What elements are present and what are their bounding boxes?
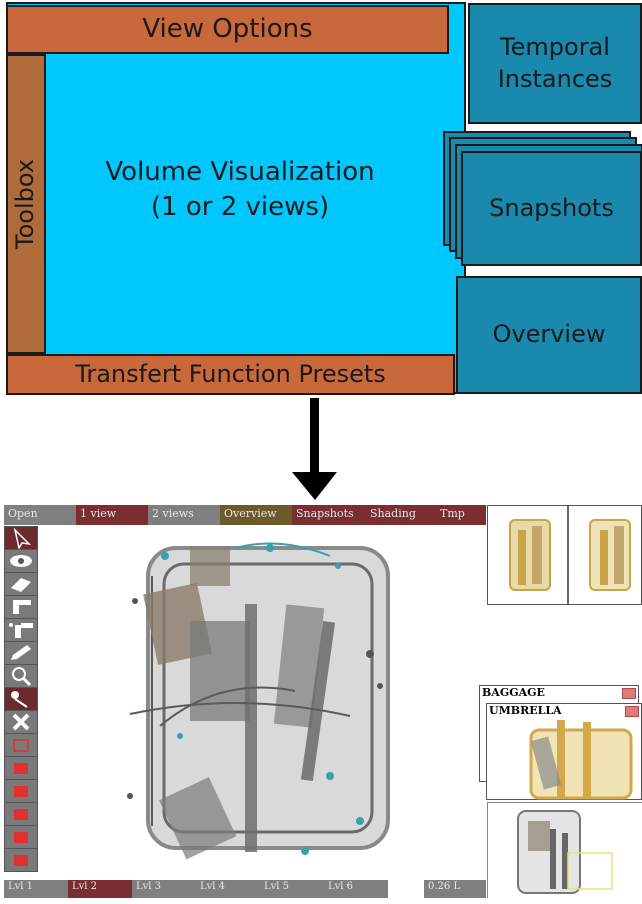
delete-tool[interactable] [4,710,38,734]
snapshot-umbrella-thumbnail [529,720,633,800]
menu-snapshots-label: Snapshots [296,507,354,520]
pencil-icon [11,645,31,660]
volume-cube-icon [14,832,28,843]
level-4-button[interactable]: Lvl 4 [196,880,260,898]
temporal-instances-line2: Instances [497,64,613,93]
toolbox-block: Toolbox [6,54,46,354]
menu-two-views-label: 2 views [152,507,194,520]
crop-tool[interactable] [4,618,38,642]
volume-preset-5[interactable] [4,825,38,849]
volume-cube-icon [14,786,28,797]
level-2-button[interactable]: Lvl 2 [68,880,132,898]
temporal-instances-panel [487,505,642,605]
overview-panel [487,802,642,898]
close-icon [12,713,30,731]
volume-cube-icon [14,855,28,866]
volume-preset-3[interactable] [4,779,38,803]
menu-tmp[interactable]: Tmp [436,505,486,525]
menu-two-views[interactable]: 2 views [148,505,220,525]
volume-visualization-subtitle: (1 or 2 views) [150,192,330,223]
menu-one-view[interactable]: 1 view [76,505,148,525]
view-options-label: View Options [142,13,313,44]
menu-shading-label: Shading [370,507,416,520]
annotate-tool[interactable] [4,641,38,665]
snapshot-card-umbrella[interactable]: UMBRELLA [486,703,642,800]
probe-tool[interactable] [4,687,38,711]
level-5-button[interactable]: Lvl 5 [260,880,324,898]
volume-cube-icon [14,763,28,774]
transfer-function-presets-block: Transfert Function Presets [6,354,455,395]
visibility-tool[interactable] [4,549,38,573]
volume-visualization-label: Volume Visualization (1 or 2 views) [60,155,420,225]
toolbox-label: Toolbox [11,159,40,249]
eraser-icon [11,578,31,592]
level-6-button[interactable]: Lvl 6 [324,880,388,898]
menu-one-view-label: 1 view [80,507,117,520]
volume-visualization-title: Volume Visualization [105,157,375,187]
eraser-tool[interactable] [4,572,38,596]
menu-shading[interactable]: Shading [366,505,436,525]
temporal-instances-line1: Temporal [500,33,610,62]
cursor-arrow-icon [13,527,32,550]
volume-cube-icon [14,809,28,820]
magnifier-icon [12,667,32,687]
level-5-label: Lvl 5 [264,881,290,892]
view-options-block: View Options [6,5,449,54]
eye-icon [10,555,32,567]
overview-label: Overview [492,320,606,349]
transfer-function-presets-label: Transfert Function Presets [75,359,386,388]
volume-render-view[interactable] [40,526,486,872]
temporal-instance-thumbnails[interactable] [488,506,642,604]
level-3-button[interactable]: Lvl 3 [132,880,196,898]
crop-icon [9,623,33,638]
cut-plane-icon [13,600,31,614]
volume-cube-icon [13,739,29,752]
snapshot-baggage-title: BAGGAGE [482,686,545,699]
menu-tmp-label: Tmp [440,507,465,520]
probe-icon [11,691,28,708]
volume-preset-6[interactable] [4,848,38,872]
zoom-readout-label: 0.26 L [428,881,461,892]
level-3-label: Lvl 3 [136,881,162,892]
close-snapshot-baggage-button[interactable] [622,688,636,699]
snapshots-label: Snapshots [489,193,614,222]
level-4-label: Lvl 4 [200,881,226,892]
level-6-label: Lvl 6 [328,881,354,892]
menu-open-label: Open [8,507,38,520]
zoom-readout: 0.26 L [424,880,486,898]
volume-preset-2[interactable] [4,756,38,780]
level-2-label: Lvl 2 [72,881,98,892]
overview-thumbnail[interactable] [488,803,642,899]
level-1-label: Lvl 1 [8,881,34,892]
menu-overview-label: Overview [224,507,277,520]
temporal-instances-block: Temporal Instances [468,3,642,124]
down-arrow [292,398,337,500]
menu-open[interactable]: Open [4,505,76,525]
volume-preset-1[interactable] [4,733,38,757]
volume-preset-4[interactable] [4,802,38,826]
cut-plane-tool[interactable] [4,595,38,619]
toolbox-column [4,526,38,874]
snapshots-block: Snapshots [461,151,642,266]
select-arrow-tool[interactable] [4,526,38,550]
menu-snapshots[interactable]: Snapshots [292,505,366,525]
magnify-tool[interactable] [4,664,38,688]
menu-overview[interactable]: Overview [220,505,292,525]
overview-block: Overview [456,276,642,394]
level-1-button[interactable]: Lvl 1 [4,880,68,898]
